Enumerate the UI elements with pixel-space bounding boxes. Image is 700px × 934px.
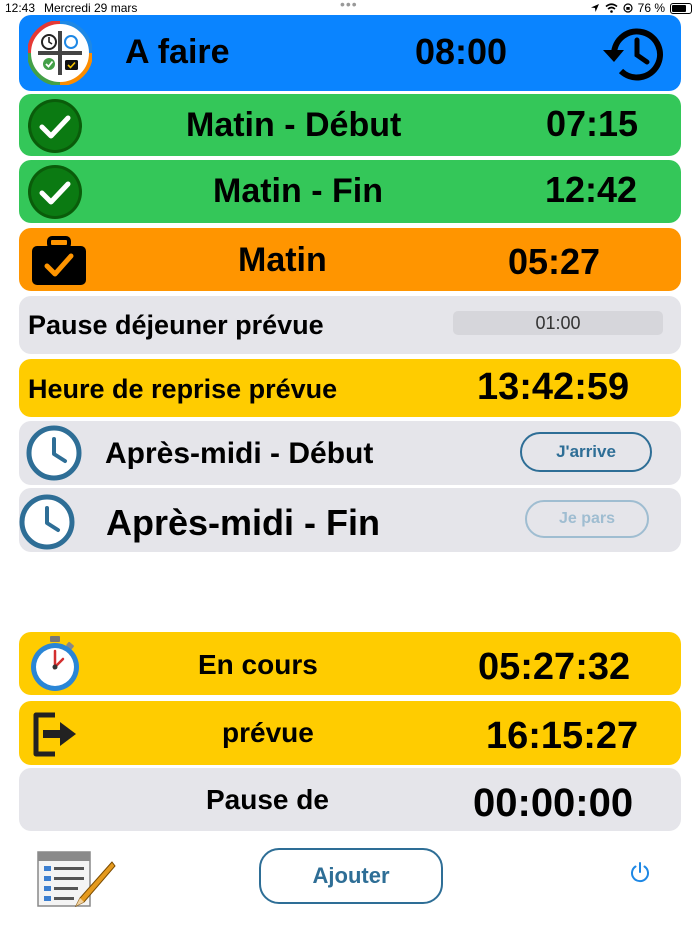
en-cours-label: En cours	[198, 649, 318, 680]
matin-fin-time: 12:42	[545, 169, 638, 210]
reprise-time: 13:42:59	[477, 366, 630, 408]
status-bar: 12:43 Mercredi 29 mars ••• 76 %	[0, 0, 700, 16]
row-matin-fin: Matin - Fin 12:42	[19, 160, 681, 223]
notes-pencil-icon[interactable]	[36, 848, 116, 910]
j-arrive-button[interactable]: J'arrive	[520, 432, 652, 472]
check-circle-icon[interactable]	[27, 164, 83, 220]
clock-icon	[19, 494, 75, 550]
matin-time: 05:27	[508, 241, 601, 282]
exit-icon	[33, 712, 76, 757]
battery-percent: 76 %	[637, 1, 665, 15]
row-en-cours: En cours 05:27:32	[19, 632, 681, 695]
row-prevue: prévue 16:15:27	[19, 701, 681, 765]
apm-fin-label: Après-midi - Fin	[106, 502, 381, 543]
row-matin-debut: Matin - Début 07:15	[19, 94, 681, 156]
row-apm-debut: Après-midi - Début J'arrive	[19, 421, 681, 485]
battery-icon	[670, 2, 692, 14]
row-pause-de: Pause de 00:00:00	[19, 768, 681, 831]
multitask-dots[interactable]: •••	[340, 0, 358, 12]
je-pars-button[interactable]: Je pars	[525, 500, 649, 538]
pause-prevue-label: Pause déjeuner prévue	[28, 310, 324, 340]
pause-de-label: Pause de	[206, 784, 329, 815]
reprise-label: Heure de reprise prévue	[28, 374, 338, 404]
location-icon	[590, 4, 599, 12]
app-logo-icon[interactable]	[28, 21, 92, 85]
row-pause-prevue: Pause déjeuner prévue 01:00	[19, 296, 681, 354]
prevue-time: 16:15:27	[486, 715, 639, 757]
pause-de-time: 00:00:00	[473, 781, 634, 825]
header-time: 08:00	[415, 31, 508, 72]
row-apm-fin: Après-midi - Fin Je pars	[19, 488, 681, 552]
matin-debut-label: Matin - Début	[186, 106, 402, 144]
stopwatch-icon	[31, 636, 79, 691]
header-row: A faire 08:00	[19, 15, 681, 91]
briefcase-check-icon	[32, 236, 86, 285]
add-button[interactable]: Ajouter	[259, 848, 443, 904]
status-time: 12:43	[5, 1, 36, 15]
power-icon[interactable]	[629, 861, 651, 883]
prevue-label: prévue	[222, 717, 314, 748]
matin-label: Matin	[238, 241, 327, 279]
clock-icon	[26, 425, 82, 481]
lock-rotation-icon	[623, 3, 633, 13]
row-reprise: Heure de reprise prévue 13:42:59	[19, 359, 681, 417]
status-date: Mercredi 29 mars	[44, 1, 138, 15]
matin-fin-label: Matin - Fin	[213, 172, 383, 210]
pause-duration-value: 01:00	[535, 313, 581, 333]
header-title: A faire	[125, 33, 230, 71]
history-icon[interactable]	[600, 24, 666, 84]
pause-duration-field[interactable]: 01:00	[453, 311, 663, 335]
row-matin: Matin 05:27	[19, 228, 681, 291]
matin-debut-time: 07:15	[546, 103, 639, 144]
apm-debut-label: Après-midi - Début	[105, 437, 374, 470]
en-cours-time: 05:27:32	[478, 646, 631, 688]
wifi-icon	[605, 3, 618, 13]
check-circle-icon[interactable]	[27, 98, 83, 154]
status-right: 76 %	[590, 1, 692, 15]
